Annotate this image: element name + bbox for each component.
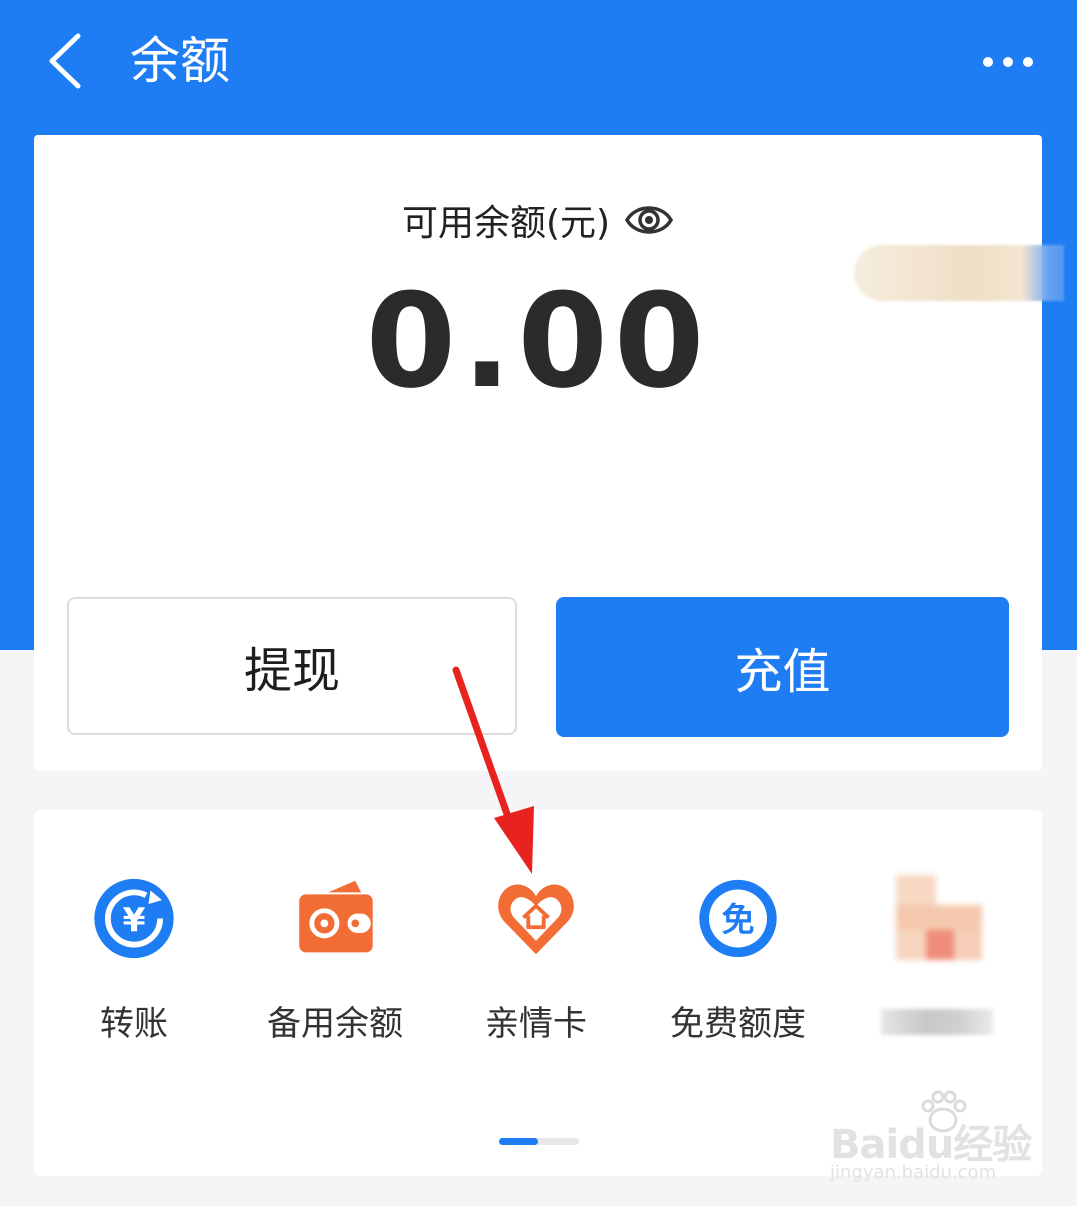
- service-backup-balance[interactable]: 备用余额: [235, 875, 435, 1045]
- recharge-button[interactable]: 充值: [556, 597, 1009, 737]
- svg-text:免: 免: [722, 900, 755, 939]
- service-transfer[interactable]: ¥ 转账: [34, 875, 234, 1045]
- service-label: 备用余额: [267, 1004, 403, 1044]
- watermark: Baidu经验 jingyan.baidu.com: [822, 1090, 1032, 1190]
- watermark-sub: jingyan.baidu.com: [830, 1162, 997, 1183]
- family-card-heart-icon: [498, 884, 574, 955]
- service-label: 免费额度: [670, 1004, 806, 1044]
- balance-label-row: 可用余额(元): [34, 195, 1042, 245]
- balance-label: 可用余额(元): [401, 203, 611, 244]
- more-horizontal-icon[interactable]: [980, 50, 1036, 74]
- service-family-card[interactable]: 亲情卡: [436, 875, 636, 1045]
- svg-text:¥: ¥: [123, 900, 146, 939]
- promo-tag[interactable]: [854, 245, 1064, 301]
- free-quota-icon: 免: [699, 879, 777, 958]
- annotation-arrow-icon: [452, 666, 534, 874]
- service-hidden[interactable]: [837, 875, 1037, 1045]
- service-label: 亲情卡: [485, 1004, 587, 1044]
- service-free-quota[interactable]: 免 免费额度: [638, 875, 838, 1045]
- eye-icon[interactable]: [624, 200, 674, 240]
- transfer-yuan-icon: ¥: [94, 878, 174, 959]
- page-indicator: [499, 1138, 579, 1145]
- page-indicator-active: [499, 1138, 538, 1145]
- blurred-icon: [896, 875, 982, 965]
- service-label: 转账: [100, 1004, 168, 1044]
- nav-bar: 余额: [0, 0, 1077, 125]
- chevron-left-icon[interactable]: [40, 30, 100, 92]
- blurred-label: [881, 1009, 993, 1035]
- wallet-icon: [299, 880, 373, 953]
- page-title: 余额: [130, 32, 230, 90]
